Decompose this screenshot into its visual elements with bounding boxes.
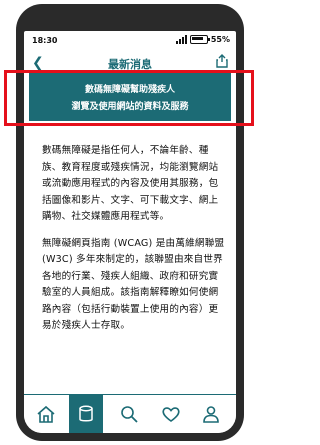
share-icon[interactable] bbox=[216, 54, 228, 68]
signal-icon bbox=[175, 35, 187, 44]
heart-icon bbox=[162, 407, 180, 422]
status-indicators: 55% bbox=[175, 35, 230, 44]
highlight-box bbox=[4, 70, 254, 126]
tab-database[interactable] bbox=[69, 395, 103, 433]
tab-search[interactable] bbox=[112, 395, 146, 433]
article-paragraph: 無障礙網頁指南 (WCAG) 是由萬維網聯盟 (W3C) 多年來制定的，該聯盟由… bbox=[42, 237, 225, 332]
database-icon bbox=[79, 405, 93, 422]
article-body: 數碼無障礙是指任何人，不論年齡、種族、教育程度或殘疾情況，均能瀏覽網站或流動應用… bbox=[42, 143, 226, 345]
battery-icon bbox=[189, 35, 210, 44]
tab-profile[interactable] bbox=[194, 395, 228, 433]
status-bar: 18:30 55% bbox=[24, 31, 236, 53]
tab-favorites[interactable] bbox=[154, 395, 188, 433]
home-icon bbox=[37, 405, 55, 423]
tab-bar bbox=[24, 394, 236, 433]
search-icon bbox=[121, 406, 138, 423]
article-paragraph: 數碼無障礙是指任何人，不論年齡、種族、教育程度或殘疾情況，均能瀏覽網站或流動應用… bbox=[42, 145, 219, 222]
tab-home[interactable] bbox=[29, 395, 63, 433]
battery-percent: 55% bbox=[210, 35, 230, 44]
user-icon bbox=[203, 406, 219, 423]
status-time: 18:30 bbox=[32, 36, 58, 45]
